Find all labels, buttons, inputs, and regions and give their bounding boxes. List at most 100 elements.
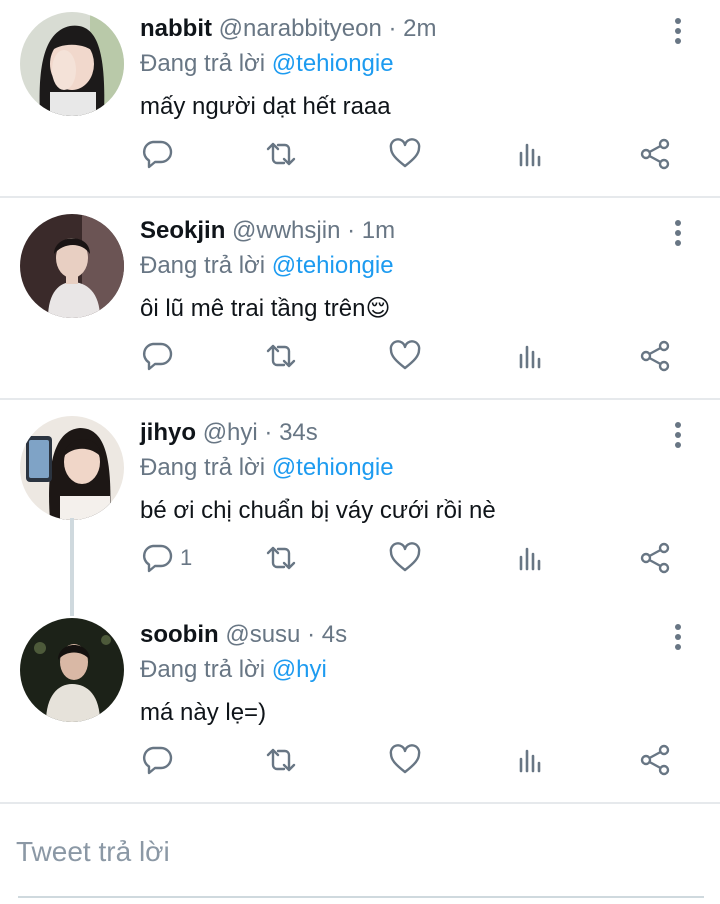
display-name[interactable]: jihyo xyxy=(140,419,196,446)
like-button[interactable] xyxy=(388,336,422,376)
username-handle[interactable]: @wwhsjin xyxy=(232,217,340,244)
mention-link[interactable]: @hyi xyxy=(272,656,327,683)
bar-chart-icon xyxy=(519,547,541,571)
separator-dot: · xyxy=(264,419,273,446)
share-button[interactable] xyxy=(638,538,672,578)
tweet-item[interactable]: soobin @susu · 4s Đang trả lời @hyi má n… xyxy=(0,606,720,802)
retweet-button[interactable] xyxy=(264,538,298,578)
divider xyxy=(0,398,720,400)
view-stats-button[interactable] xyxy=(514,336,548,376)
divider xyxy=(0,196,720,198)
reply-button[interactable]: 1 xyxy=(140,538,192,578)
heart-icon xyxy=(389,138,421,168)
avatar[interactable] xyxy=(20,416,124,520)
timestamp[interactable]: 1m xyxy=(362,217,395,244)
tweet-text: má này lẹ=) xyxy=(140,699,267,726)
replying-to-label: Đang trả lời xyxy=(140,454,266,481)
mention-link[interactable]: @tehiongie xyxy=(272,252,394,279)
tweet-text: bé ơi chị chuẩn bị váy cưới rồi nè xyxy=(140,497,496,524)
tweet-text: ôi lũ mê trai tầng trên😌 xyxy=(140,295,391,322)
tweet-header: jihyo @hyi · 34s xyxy=(140,418,318,448)
more-options-button[interactable] xyxy=(664,622,692,652)
more-options-button[interactable] xyxy=(664,218,692,248)
view-stats-button[interactable] xyxy=(514,740,548,780)
reply-count: 1 xyxy=(180,545,193,570)
username-handle[interactable]: @susu xyxy=(225,621,300,648)
heart-icon xyxy=(389,340,421,370)
tweet-item[interactable]: nabbit @narabbityeon · 2m Đang trả lời @… xyxy=(0,0,720,196)
vertical-ellipsis-icon xyxy=(675,422,681,448)
username-handle[interactable]: @narabbityeon xyxy=(219,15,382,42)
share-button[interactable] xyxy=(638,336,672,376)
avatar[interactable] xyxy=(20,12,124,116)
vertical-ellipsis-icon xyxy=(675,220,681,246)
display-name[interactable]: soobin xyxy=(140,621,219,648)
speech-bubble-icon xyxy=(142,140,173,169)
action-bar: 1 xyxy=(0,538,720,578)
action-bar xyxy=(0,134,720,174)
share-nodes-icon xyxy=(640,138,670,170)
timestamp[interactable]: 34s xyxy=(279,419,318,446)
share-nodes-icon xyxy=(640,340,670,372)
bar-chart-icon xyxy=(519,143,541,167)
tweet-header: nabbit @narabbityeon · 2m xyxy=(140,14,437,44)
more-options-button[interactable] xyxy=(664,16,692,46)
replying-to: Đang trả lời @hyi xyxy=(140,654,327,686)
timestamp[interactable]: 2m xyxy=(403,15,436,42)
replying-to-label: Đang trả lời xyxy=(140,656,266,683)
heart-icon xyxy=(389,542,421,572)
tweet-header: soobin @susu · 4s xyxy=(140,620,347,650)
separator-dot: · xyxy=(307,621,316,648)
heart-icon xyxy=(389,744,421,774)
tweet-text: mấy người dạt hết raaa xyxy=(140,93,391,120)
retweet-button[interactable] xyxy=(264,740,298,780)
tweet-item[interactable]: jihyo @hyi · 34s Đang trả lời @tehiongie… xyxy=(0,404,720,602)
tweet-item[interactable]: Seokjin @wwhsjin · 1m Đang trả lời @tehi… xyxy=(0,202,720,398)
retweet-arrows-icon xyxy=(266,546,296,570)
like-button[interactable] xyxy=(388,134,422,174)
reply-button[interactable] xyxy=(140,740,180,780)
action-bar xyxy=(0,336,720,376)
replying-to-label: Đang trả lời xyxy=(140,50,266,77)
reply-button[interactable] xyxy=(140,336,180,376)
replying-to: Đang trả lời @tehiongie xyxy=(140,250,394,282)
vertical-ellipsis-icon xyxy=(675,18,681,44)
retweet-button[interactable] xyxy=(264,336,298,376)
bar-chart-icon xyxy=(519,749,541,773)
share-button[interactable] xyxy=(638,134,672,174)
retweet-arrows-icon xyxy=(266,748,296,772)
mention-link[interactable]: @tehiongie xyxy=(272,454,394,481)
display-name[interactable]: nabbit xyxy=(140,15,212,42)
view-stats-button[interactable] xyxy=(514,538,548,578)
share-button[interactable] xyxy=(638,740,672,780)
reply-button[interactable] xyxy=(140,134,180,174)
vertical-ellipsis-icon xyxy=(675,624,681,650)
username-handle[interactable]: @hyi xyxy=(203,419,258,446)
replying-to: Đang trả lời @tehiongie xyxy=(140,48,394,80)
separator-dot: · xyxy=(388,15,397,42)
avatar[interactable] xyxy=(20,618,124,722)
retweet-button[interactable] xyxy=(264,134,298,174)
more-options-button[interactable] xyxy=(664,420,692,450)
thread-connector-line xyxy=(70,518,74,616)
separator-dot: · xyxy=(347,217,356,244)
retweet-arrows-icon xyxy=(266,142,296,166)
share-nodes-icon xyxy=(640,542,670,574)
share-nodes-icon xyxy=(640,744,670,776)
timestamp[interactable]: 4s xyxy=(322,621,347,648)
like-button[interactable] xyxy=(388,538,422,578)
retweet-arrows-icon xyxy=(266,344,296,368)
mention-link[interactable]: @tehiongie xyxy=(272,50,394,77)
speech-bubble-icon xyxy=(142,342,173,371)
avatar[interactable] xyxy=(20,214,124,318)
view-stats-button[interactable] xyxy=(514,134,548,174)
display-name[interactable]: Seokjin xyxy=(140,217,225,244)
like-button[interactable] xyxy=(388,740,422,780)
reply-composer-input[interactable]: Tweet trả lời xyxy=(16,832,170,872)
speech-bubble-icon xyxy=(142,544,173,573)
bar-chart-icon xyxy=(519,345,541,369)
replying-to: Đang trả lời @tehiongie xyxy=(140,452,394,484)
replying-to-label: Đang trả lời xyxy=(140,252,266,279)
tweet-header: Seokjin @wwhsjin · 1m xyxy=(140,216,395,246)
composer-underline xyxy=(18,896,704,898)
